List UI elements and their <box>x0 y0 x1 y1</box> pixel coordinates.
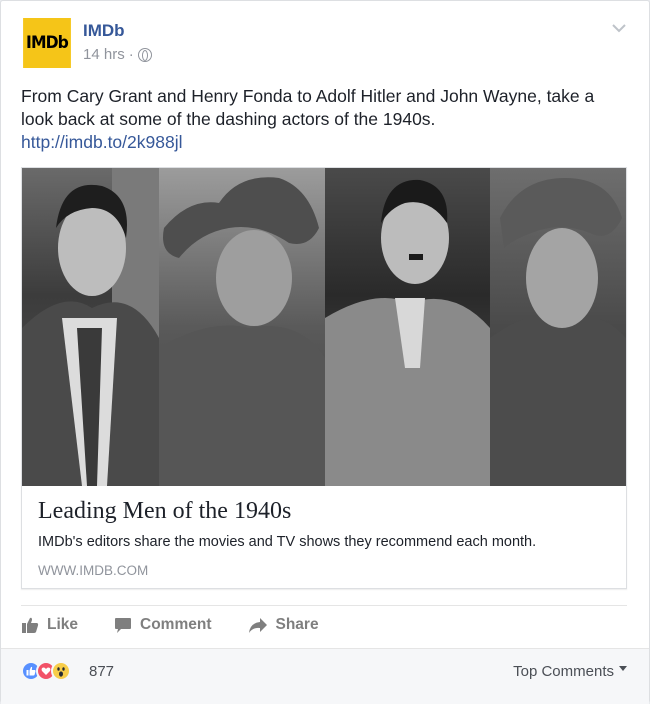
avatar-logo-text: IMDb <box>26 33 69 53</box>
post-timestamp[interactable]: 14 hrs <box>83 46 125 63</box>
portrait-photo-1 <box>22 168 159 486</box>
chevron-down-icon[interactable] <box>609 18 629 38</box>
actions-divider <box>21 605 627 606</box>
like-button[interactable]: Like <box>21 607 78 643</box>
comment-label: Comment <box>140 616 212 633</box>
comment-bubble-icon <box>115 618 132 633</box>
portrait-photo-3 <box>325 168 490 486</box>
share-arrow-icon <box>248 618 267 633</box>
post-message: From Cary Grant and Henry Fonda to Adolf… <box>21 85 631 154</box>
comment-button[interactable]: Comment <box>114 607 212 643</box>
link-preview-image[interactable] <box>22 168 626 486</box>
link-description: IMDb's editors share the movies and TV s… <box>38 534 537 550</box>
link-domain: WWW.IMDB.COM <box>38 563 149 578</box>
wow-reaction-icon <box>51 661 71 681</box>
thumbs-up-icon <box>22 617 39 633</box>
page-name-link[interactable]: IMDb <box>83 21 125 41</box>
portrait-photo-2 <box>159 168 325 486</box>
feed-post: IMDb IMDb 14 hrs · From Cary Grant and H… <box>0 0 650 704</box>
share-button[interactable]: Share <box>248 607 319 643</box>
link-preview-card[interactable]: Leading Men of the 1940s IMDb's editors … <box>21 167 627 589</box>
post-actions: Like Comment Share <box>21 607 355 643</box>
share-label: Share <box>275 616 319 633</box>
post-header: IMDb IMDb 14 hrs · <box>21 18 629 70</box>
reaction-count[interactable]: 877 <box>89 663 114 680</box>
reactions-bar: 877 Top Comments <box>1 648 649 704</box>
link-title[interactable]: Leading Men of the 1940s <box>38 498 291 525</box>
caret-down-icon <box>619 666 627 671</box>
post-meta: 14 hrs · <box>83 46 152 63</box>
top-comments-label: Top Comments <box>513 663 614 680</box>
post-message-text: From Cary Grant and Henry Fonda to Adolf… <box>21 86 595 129</box>
meta-separator: · <box>128 46 134 63</box>
top-comments-dropdown[interactable]: Top Comments <box>513 663 627 680</box>
post-link[interactable]: http://imdb.to/2k988jl <box>21 131 631 154</box>
page-avatar[interactable]: IMDb <box>23 18 71 68</box>
portrait-photo-4 <box>490 168 626 486</box>
like-label: Like <box>47 616 79 633</box>
reaction-icons[interactable] <box>21 661 71 681</box>
globe-icon <box>137 47 152 62</box>
